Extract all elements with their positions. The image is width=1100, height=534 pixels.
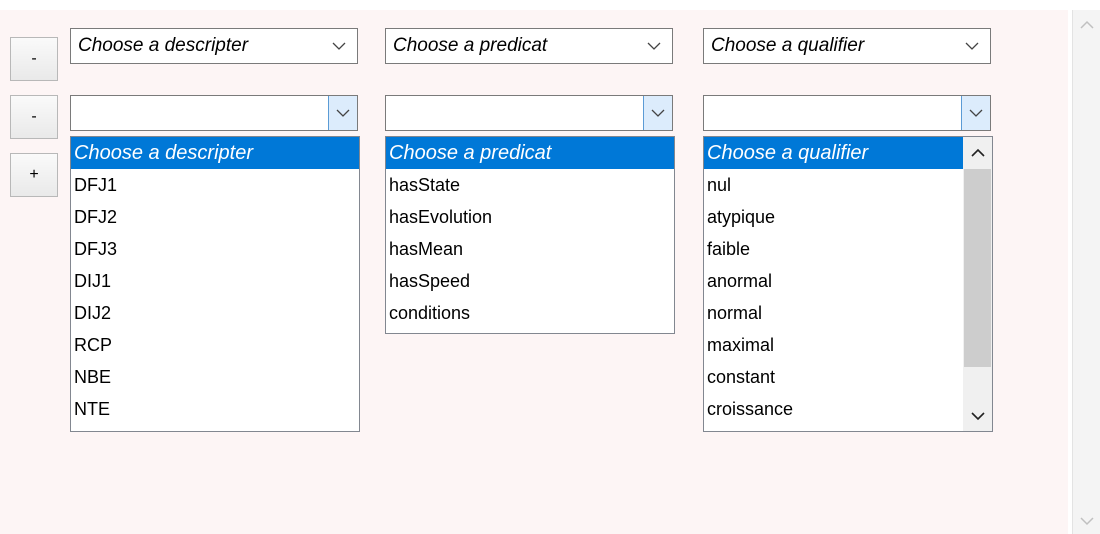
add-row-button[interactable]: + [10, 153, 58, 197]
list-item[interactable]: nul [704, 169, 963, 201]
chevron-down-icon[interactable] [963, 401, 992, 431]
descripter-select-row-2[interactable] [70, 95, 358, 131]
list-item[interactable]: Choose a qualifier [704, 137, 963, 169]
chevron-down-icon [329, 29, 349, 63]
panel-vertical-scrollbar[interactable] [1072, 10, 1100, 534]
list-item[interactable]: normal [704, 297, 963, 329]
list-item[interactable]: conditions [386, 297, 674, 329]
chevron-down-icon [962, 29, 982, 63]
list-item[interactable]: DFJ3 [71, 233, 359, 265]
chevron-down-icon[interactable] [961, 96, 990, 130]
list-item[interactable]: hasMean [386, 233, 674, 265]
qualifier-list-scrollbar[interactable] [963, 137, 992, 431]
descripter-dropdown-list: Choose a descripter DFJ1 DFJ2 DFJ3 DIJ1 … [70, 136, 360, 432]
chevron-down-icon[interactable] [643, 96, 672, 130]
list-item[interactable]: Choose a descripter [71, 137, 359, 169]
chevron-down-icon[interactable] [328, 96, 357, 130]
list-item[interactable]: DIJ1 [71, 265, 359, 297]
descripter-select-value: Choose a descripter [78, 35, 249, 56]
predicat-select-row-2[interactable] [385, 95, 673, 131]
list-item[interactable]: hasSpeed [386, 265, 674, 297]
scrollbar-thumb[interactable] [964, 169, 991, 367]
list-item[interactable]: atypique [704, 201, 963, 233]
descripter-select-row-1[interactable]: Choose a descripter [70, 28, 358, 64]
predicat-select-value: Choose a predicat [393, 35, 548, 56]
list-item[interactable]: faible [704, 233, 963, 265]
list-item[interactable]: DFJ1 [71, 169, 359, 201]
list-item[interactable]: RCP [71, 329, 359, 361]
scroll-up-icon[interactable] [1073, 14, 1100, 36]
list-item[interactable]: NBE [71, 361, 359, 393]
chevron-down-icon [644, 29, 664, 63]
list-item[interactable]: maximal [704, 329, 963, 361]
list-item[interactable]: DIJ2 [71, 297, 359, 329]
qualifier-dropdown-list: Choose a qualifier nul atypique faible a… [703, 136, 993, 432]
list-item[interactable]: anormal [704, 265, 963, 297]
list-item[interactable]: NTE [71, 393, 359, 425]
list-item[interactable]: croissance [704, 393, 963, 425]
list-item[interactable]: constant [704, 361, 963, 393]
remove-row-1-button[interactable]: - [10, 37, 58, 81]
list-item[interactable]: hasEvolution [386, 201, 674, 233]
list-item[interactable]: Choose a predicat [386, 137, 674, 169]
qualifier-select-row-2[interactable] [703, 95, 991, 131]
scroll-down-icon[interactable] [1073, 510, 1100, 532]
predicat-select-row-1[interactable]: Choose a predicat [385, 28, 673, 64]
remove-row-2-button[interactable]: - [10, 95, 58, 139]
chevron-up-icon[interactable] [963, 137, 992, 167]
list-item[interactable]: hasState [386, 169, 674, 201]
list-item[interactable]: DFJ2 [71, 201, 359, 233]
qualifier-select-value: Choose a qualifier [711, 35, 865, 56]
qualifier-select-row-1[interactable]: Choose a qualifier [703, 28, 991, 64]
predicat-dropdown-list: Choose a predicat hasState hasEvolution … [385, 136, 675, 334]
